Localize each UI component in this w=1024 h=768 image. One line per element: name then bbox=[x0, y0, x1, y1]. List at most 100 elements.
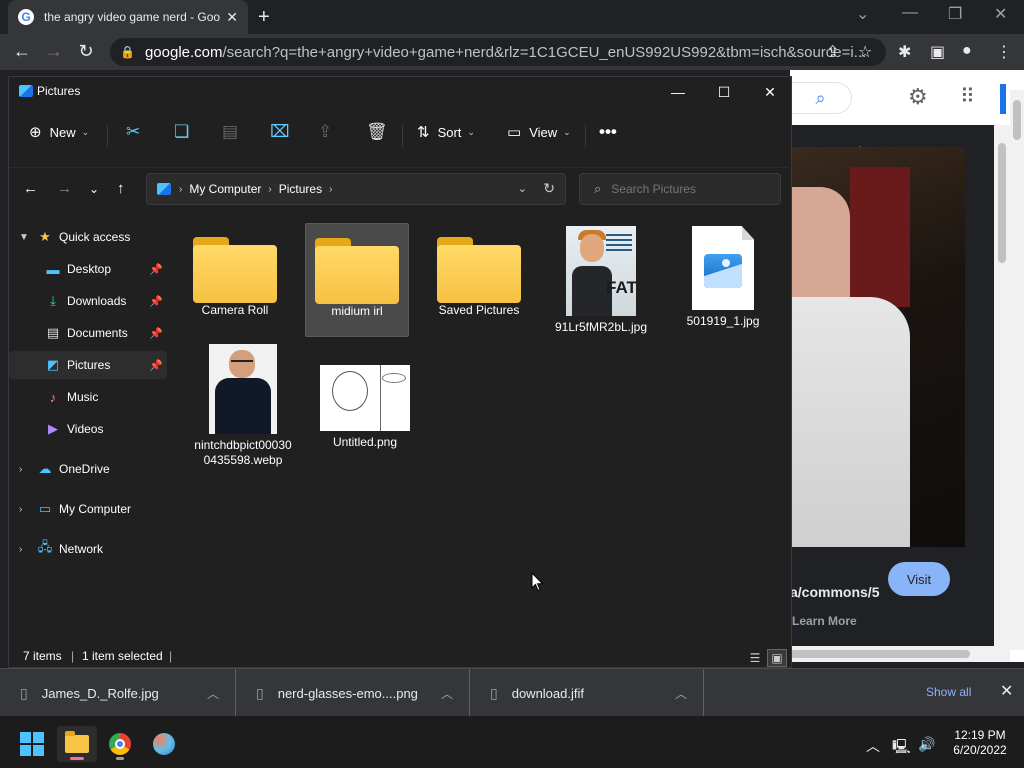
nav-music[interactable]: ♪ Music bbox=[9, 383, 167, 411]
close-icon[interactable]: ✕ bbox=[747, 81, 793, 103]
chevron-up-icon[interactable]: ︿ bbox=[675, 685, 687, 702]
pin-icon[interactable]: 📌 bbox=[149, 327, 163, 340]
back-icon[interactable]: ← bbox=[23, 180, 38, 197]
pin-icon[interactable]: 📌 bbox=[149, 359, 163, 372]
close-downloads-icon[interactable]: ✕ bbox=[1000, 681, 1013, 701]
address-dropdown-icon[interactable]: ⌄ bbox=[518, 182, 527, 195]
taskbar-chrome[interactable] bbox=[100, 726, 140, 762]
bookmark-star-icon[interactable]: ☆ bbox=[858, 42, 872, 62]
download-item[interactable]: ▯ James_D._Rolfe.jpg ︿ bbox=[0, 669, 236, 717]
preview-horizontal-scrollbar[interactable] bbox=[790, 646, 1010, 662]
search-box[interactable]: ⌕ bbox=[579, 173, 781, 205]
pin-icon[interactable]: 📌 bbox=[149, 263, 163, 276]
reload-icon[interactable]: ↻ bbox=[70, 41, 102, 62]
details-view-icon[interactable]: ☰ bbox=[745, 649, 765, 667]
file-item-midium-irl[interactable]: midium irl bbox=[305, 223, 409, 337]
minimize-icon[interactable]: — bbox=[655, 81, 701, 103]
file-item-501919-1[interactable]: 501919_1.jpg bbox=[671, 223, 775, 337]
share-icon[interactable]: ⇪ bbox=[826, 42, 839, 62]
preview-vertical-scrollbar[interactable] bbox=[994, 125, 1010, 647]
extensions-icon[interactable]: ✱ bbox=[898, 42, 911, 62]
back-arrow-icon[interactable]: ← bbox=[6, 41, 38, 62]
address-bar[interactable]: › My Computer › Pictures › ⌄ ↻ bbox=[146, 173, 566, 205]
file-item-untitled[interactable]: Untitled.png bbox=[313, 341, 417, 455]
breadcrumb-pictures[interactable]: Pictures bbox=[279, 182, 322, 196]
network-status-icon[interactable]: 🖳 bbox=[892, 736, 911, 760]
more-options-icon[interactable]: ••• bbox=[599, 122, 617, 142]
paste-icon[interactable]: ▤ bbox=[222, 122, 238, 142]
pin-icon[interactable]: 📌 bbox=[149, 295, 163, 308]
start-button[interactable] bbox=[12, 726, 52, 762]
sort-button[interactable]: ⇅ Sort ⌄ bbox=[417, 123, 475, 141]
forward-arrow-icon[interactable]: → bbox=[38, 41, 70, 62]
breadcrumb-my-computer[interactable]: My Computer bbox=[189, 182, 261, 196]
taskbar-file-explorer[interactable] bbox=[57, 726, 97, 762]
nav-videos[interactable]: ▶ Videos bbox=[9, 415, 167, 443]
expand-right-icon[interactable]: › bbox=[19, 504, 22, 515]
expand-right-icon[interactable]: › bbox=[19, 544, 22, 555]
side-panel-icon[interactable]: ▣ bbox=[930, 42, 945, 62]
view-button[interactable]: ▭ View ⌄ bbox=[507, 123, 571, 141]
google-search-icon[interactable]: ⌕ bbox=[790, 82, 852, 114]
delete-icon[interactable]: 🗑 bbox=[366, 122, 388, 142]
visit-button[interactable]: Visit bbox=[888, 562, 950, 596]
large-icons-view-icon[interactable]: ▣ bbox=[767, 649, 787, 667]
chevron-up-icon[interactable]: ︿ bbox=[207, 685, 219, 702]
cut-icon[interactable]: ✂ bbox=[126, 122, 140, 142]
chevron-up-icon[interactable]: ︿ bbox=[441, 685, 453, 702]
file-item-camera-roll[interactable]: Camera Roll bbox=[183, 223, 287, 337]
browser-restore-icon[interactable]: ❐ bbox=[948, 4, 962, 24]
new-tab-icon[interactable]: + bbox=[258, 6, 270, 29]
nav-pictures[interactable]: ◩ Pictures 📌 bbox=[9, 351, 167, 379]
source-url-fragment[interactable]: a/commons/5 bbox=[790, 584, 879, 600]
file-item-91lr5fmr2bl[interactable]: FAT 91Lr5fMR2bL.jpg bbox=[549, 223, 653, 337]
maximize-icon[interactable]: ☐ bbox=[701, 81, 747, 103]
file-item-saved-pictures[interactable]: Saved Pictures bbox=[427, 223, 531, 337]
expand-down-icon[interactable]: ▼ bbox=[19, 232, 29, 243]
tray-overflow-icon[interactable]: ︿ bbox=[866, 736, 880, 756]
download-item[interactable]: ▯ download.jfif ︿ bbox=[470, 669, 704, 717]
system-clock[interactable]: 12:19 PM 6/20/2022 bbox=[944, 728, 1016, 758]
recent-locations-icon[interactable]: ⌄ bbox=[89, 182, 99, 196]
nav-documents[interactable]: ▤ Documents 📌 bbox=[9, 319, 167, 347]
profile-icon[interactable]: ● bbox=[962, 42, 972, 60]
browser-tab[interactable]: G the angry video game nerd - Google Sea… bbox=[8, 0, 248, 34]
google-apps-icon[interactable]: ⠿ bbox=[960, 84, 975, 109]
file-item-nintchdbpict[interactable]: nintchdbpict000300435598.webp bbox=[191, 341, 295, 469]
show-all-downloads-link[interactable]: Show all bbox=[926, 685, 971, 699]
chrome-menu-icon[interactable]: ⋮ bbox=[996, 42, 1012, 62]
share-file-icon[interactable]: ⇪ bbox=[318, 122, 332, 142]
preview-image[interactable] bbox=[790, 147, 965, 547]
mouse-cursor bbox=[531, 571, 545, 592]
nav-desktop[interactable]: ▬ Desktop 📌 bbox=[9, 255, 167, 283]
new-button[interactable]: ⊕ New ⌄ bbox=[29, 123, 89, 141]
browser-close-icon[interactable]: ✕ bbox=[994, 4, 1007, 24]
nav-onedrive[interactable]: › ☁ OneDrive bbox=[9, 455, 167, 483]
learn-more-link[interactable]: Learn More bbox=[792, 614, 857, 628]
expand-right-icon[interactable]: › bbox=[19, 464, 22, 475]
volume-icon[interactable]: 🔊 bbox=[918, 736, 935, 753]
address-bar[interactable]: 🔒 google.com/search?q=the+angry+video+ga… bbox=[110, 38, 886, 66]
search-input[interactable] bbox=[611, 182, 762, 196]
account-edge[interactable] bbox=[1000, 84, 1006, 114]
nav-network[interactable]: › 🖧 Network bbox=[9, 535, 167, 563]
refresh-icon[interactable]: ↻ bbox=[543, 180, 555, 197]
up-icon[interactable]: ↑ bbox=[117, 180, 125, 197]
nav-downloads[interactable]: ⤓ Downloads 📌 bbox=[9, 287, 167, 315]
tab-search-icon[interactable]: ⌄ bbox=[856, 4, 869, 24]
rename-icon[interactable]: ⌧ bbox=[270, 122, 290, 142]
explorer-title-bar[interactable]: Pictures — ☐ ✕ bbox=[9, 77, 793, 107]
chevron-right-icon[interactable]: › bbox=[329, 184, 332, 195]
settings-gear-icon[interactable]: ⚙ bbox=[908, 84, 928, 110]
chevron-right-icon[interactable]: › bbox=[179, 184, 182, 195]
taskbar-paint[interactable] bbox=[144, 726, 184, 762]
page-scrollbar[interactable] bbox=[1010, 90, 1024, 650]
chevron-right-icon[interactable]: › bbox=[268, 184, 271, 195]
download-item[interactable]: ▯ nerd-glasses-emo....png ︿ bbox=[236, 669, 470, 717]
nav-my-computer[interactable]: › ▭ My Computer bbox=[9, 495, 167, 523]
nav-quick-access[interactable]: ▼ ★ Quick access bbox=[9, 223, 167, 251]
tab-close-icon[interactable]: ✕ bbox=[226, 9, 238, 26]
browser-minimize-icon[interactable]: — bbox=[902, 4, 918, 22]
forward-icon[interactable]: → bbox=[57, 180, 72, 197]
copy-icon[interactable]: ❏ bbox=[174, 122, 189, 142]
